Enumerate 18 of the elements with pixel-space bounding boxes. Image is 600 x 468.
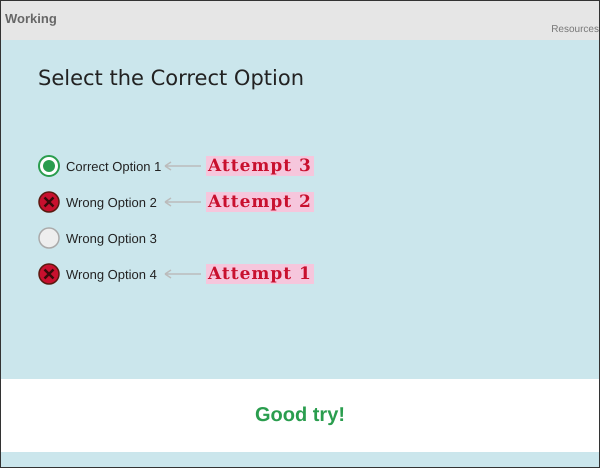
option-label[interactable]: Correct Option 1 [66, 158, 164, 174]
wrong-answer-icon[interactable] [38, 263, 60, 285]
option-label[interactable]: Wrong Option 4 [66, 266, 164, 282]
wrong-answer-icon[interactable] [38, 191, 60, 213]
feedback-message: Good try! [255, 404, 345, 427]
arrow-icon [164, 197, 202, 207]
resources-link[interactable]: Resources [551, 24, 599, 35]
attempt-annotation: Attempt 3 [206, 156, 314, 176]
arrow-icon [164, 269, 202, 279]
option-label[interactable]: Wrong Option 2 [66, 194, 164, 210]
attempt-annotation: Attempt 2 [206, 192, 314, 212]
radio-button-icon[interactable] [38, 227, 60, 249]
app-title: Working [5, 11, 57, 28]
question-title: Select the Correct Option [38, 66, 306, 90]
radio-selected-icon[interactable] [38, 155, 60, 177]
arrow-icon [164, 161, 202, 171]
attempt-annotation: Attempt 1 [206, 264, 314, 284]
option-label[interactable]: Wrong Option 3 [66, 230, 164, 246]
